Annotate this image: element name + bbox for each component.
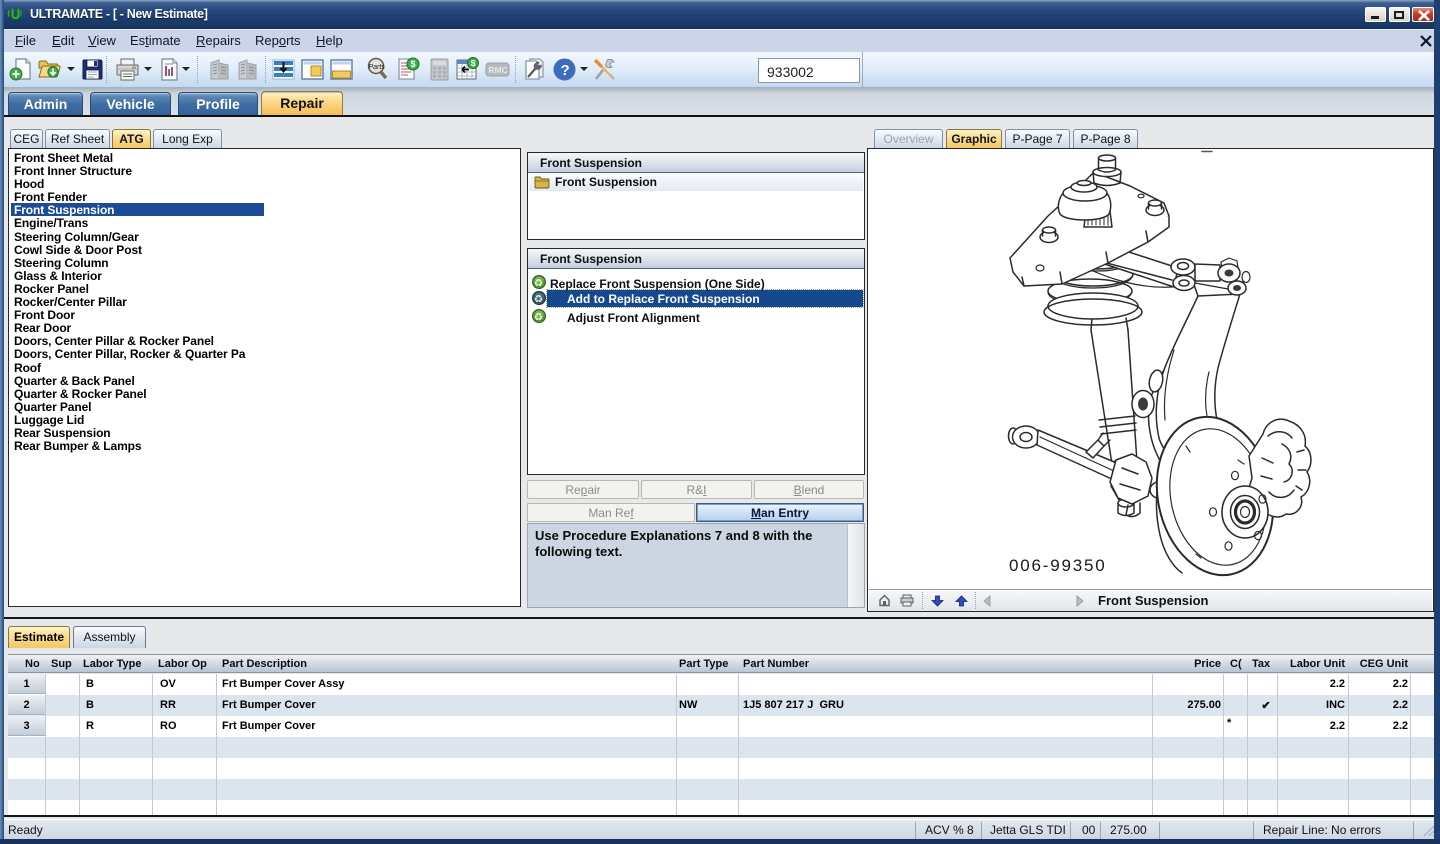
svg-text:Parts: Parts bbox=[369, 64, 386, 71]
svg-text:♻: ♻ bbox=[534, 293, 543, 305]
svg-text:$: $ bbox=[471, 58, 476, 68]
svg-text:RMC: RMC bbox=[488, 65, 507, 75]
svg-text:♻: ♻ bbox=[534, 311, 543, 323]
svg-text:♻: ♻ bbox=[534, 277, 543, 289]
svg-text:$: $ bbox=[411, 59, 416, 69]
svg-text:?: ? bbox=[561, 62, 570, 79]
